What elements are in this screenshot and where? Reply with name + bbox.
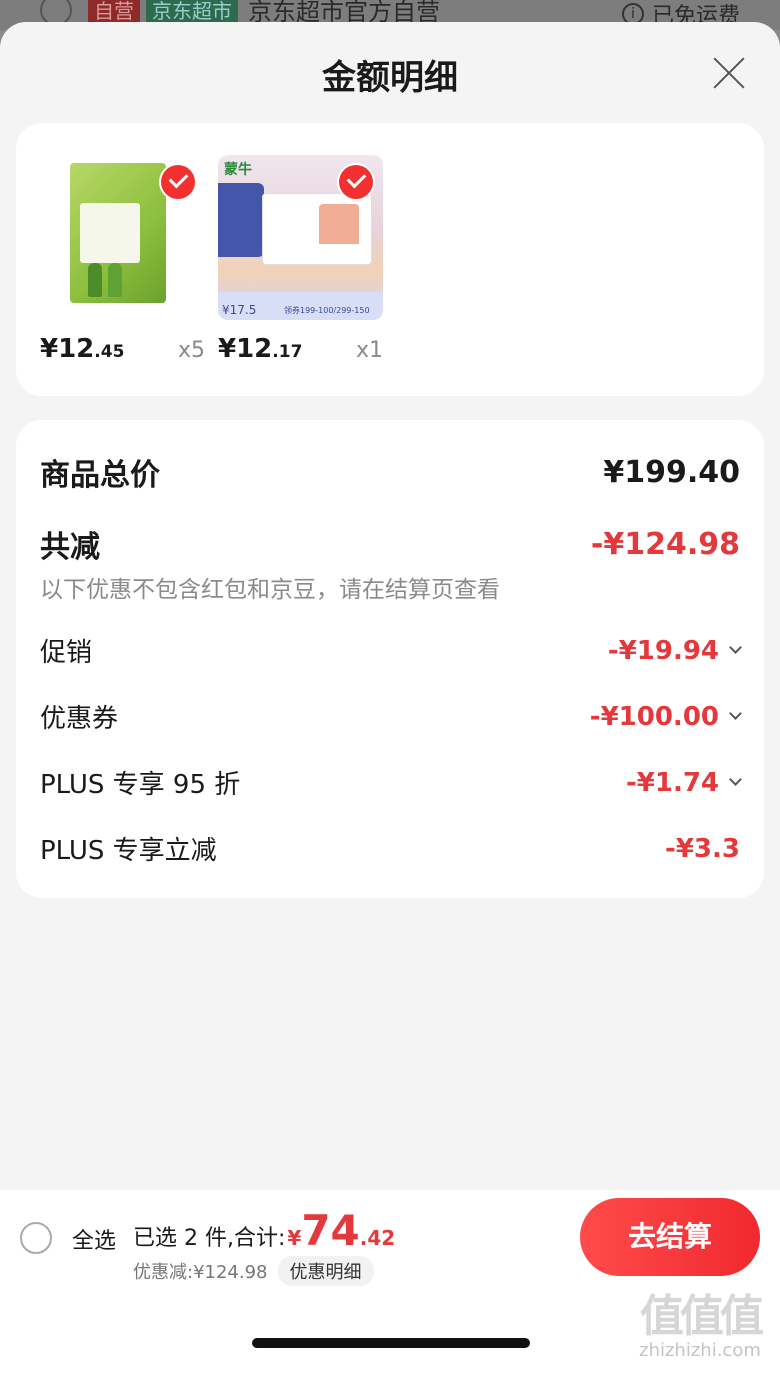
total-price-label: 商品总价 bbox=[40, 458, 160, 493]
product-item[interactable]: 蒙牛 ¥17.5 领券199-100/299-150 ¥12.17 x1 bbox=[218, 155, 383, 364]
total-price-row: 商品总价 ¥199.40 bbox=[40, 450, 740, 494]
promotion-value: -¥19.94 bbox=[607, 635, 719, 666]
plus-discount-label: PLUS 专享 95 折 bbox=[40, 770, 241, 800]
chevron-down-icon[interactable] bbox=[729, 707, 742, 720]
selected-check-icon[interactable] bbox=[161, 165, 195, 199]
self-operated-tag: 自营 bbox=[88, 0, 140, 24]
product-image[interactable]: 蒙牛 ¥17.5 领券199-100/299-150 bbox=[218, 155, 383, 320]
total-reduce-label: 共减 bbox=[40, 530, 100, 565]
discount-amount: 优惠减:¥124.98 bbox=[133, 1262, 268, 1283]
coupon-value: -¥100.00 bbox=[589, 701, 719, 732]
promo-price: ¥17.5 bbox=[222, 303, 257, 317]
select-all-radio[interactable] bbox=[20, 1222, 52, 1254]
promo-text: 领券199-100/299-150 bbox=[284, 306, 370, 315]
sheet-title: 金额明细 bbox=[322, 58, 458, 98]
total-currency: ¥ bbox=[287, 1226, 302, 1250]
product-item[interactable]: ¥12.45 x5 bbox=[40, 155, 205, 364]
discount-note: 以下优惠不包含红包和京豆，请在结算页查看 bbox=[40, 577, 500, 603]
plus-reduce-label: PLUS 专享立减 bbox=[40, 836, 217, 866]
total-reduce-row: 共减 -¥124.98 bbox=[40, 522, 740, 566]
amount-detail-sheet: 金额明细 ¥12.45 x5 蒙牛 ¥17.5 领券199-100/299-15… bbox=[0, 22, 780, 1375]
home-indicator bbox=[252, 1338, 530, 1348]
order-summary: 已选 2 件,合计: ¥ 74 .42 bbox=[133, 1206, 395, 1255]
total-amount-main: 74 bbox=[301, 1206, 360, 1255]
product-price: ¥12.17 bbox=[218, 334, 303, 364]
matcha-ice-cream-box-image bbox=[70, 163, 166, 303]
total-reduce-value: -¥124.98 bbox=[590, 526, 740, 562]
watermark-text: zhizhizhi.com bbox=[639, 1340, 761, 1361]
selected-count: 已选 2 件,合计: bbox=[133, 1226, 286, 1251]
plus-reduce-row: PLUS 专享立减 -¥3.3 bbox=[40, 830, 740, 867]
coupon-row[interactable]: 优惠券 -¥100.00 bbox=[40, 698, 742, 735]
product-price: ¥12.45 bbox=[40, 334, 125, 364]
checkout-footer: 全选 已选 2 件,合计: ¥ 74 .42 优惠减:¥124.98 优惠明细 … bbox=[0, 1190, 780, 1375]
promo-panel bbox=[218, 183, 264, 257]
products-card: ¥12.45 x5 蒙牛 ¥17.5 领券199-100/299-150 ¥12… bbox=[16, 123, 764, 396]
supermarket-tag: 京东超市 bbox=[146, 0, 238, 24]
promotion-row[interactable]: 促销 -¥19.94 bbox=[40, 632, 742, 669]
coupon-label: 优惠券 bbox=[40, 704, 119, 734]
brand-logo: 蒙牛 bbox=[224, 162, 252, 178]
watermark-logo: 值值值 bbox=[640, 1291, 764, 1342]
total-price-value: ¥199.40 bbox=[603, 454, 740, 490]
product-image[interactable] bbox=[40, 155, 205, 320]
selected-check-icon[interactable] bbox=[339, 165, 373, 199]
product-quantity: x5 bbox=[177, 338, 205, 363]
chevron-down-icon[interactable] bbox=[729, 641, 742, 654]
plus-discount-value: -¥1.74 bbox=[625, 767, 719, 798]
chevron-down-icon[interactable] bbox=[729, 773, 742, 786]
product-promo-bar: ¥17.5 领券199-100/299-150 bbox=[218, 292, 383, 320]
price-breakdown-card: 商品总价 ¥199.40 共减 -¥124.98 以下优惠不包含红包和京豆，请在… bbox=[16, 420, 764, 898]
checkout-button[interactable]: 去结算 bbox=[580, 1198, 760, 1276]
promotion-label: 促销 bbox=[40, 638, 93, 668]
total-amount-decimal: .42 bbox=[359, 1226, 396, 1250]
select-all-label[interactable]: 全选 bbox=[72, 1223, 116, 1255]
plus-discount-row[interactable]: PLUS 专享 95 折 -¥1.74 bbox=[40, 764, 742, 801]
plus-reduce-value: -¥3.3 bbox=[665, 833, 740, 864]
product-quantity: x1 bbox=[355, 338, 383, 363]
discount-detail-button[interactable]: 优惠明细 bbox=[277, 1256, 374, 1286]
ice-cream-pack-image bbox=[262, 193, 372, 265]
discount-summary: 优惠减:¥124.98 优惠明细 bbox=[133, 1256, 374, 1286]
close-icon[interactable] bbox=[712, 56, 746, 90]
watermark: 值值值 zhizhizhi.com bbox=[630, 1280, 770, 1361]
